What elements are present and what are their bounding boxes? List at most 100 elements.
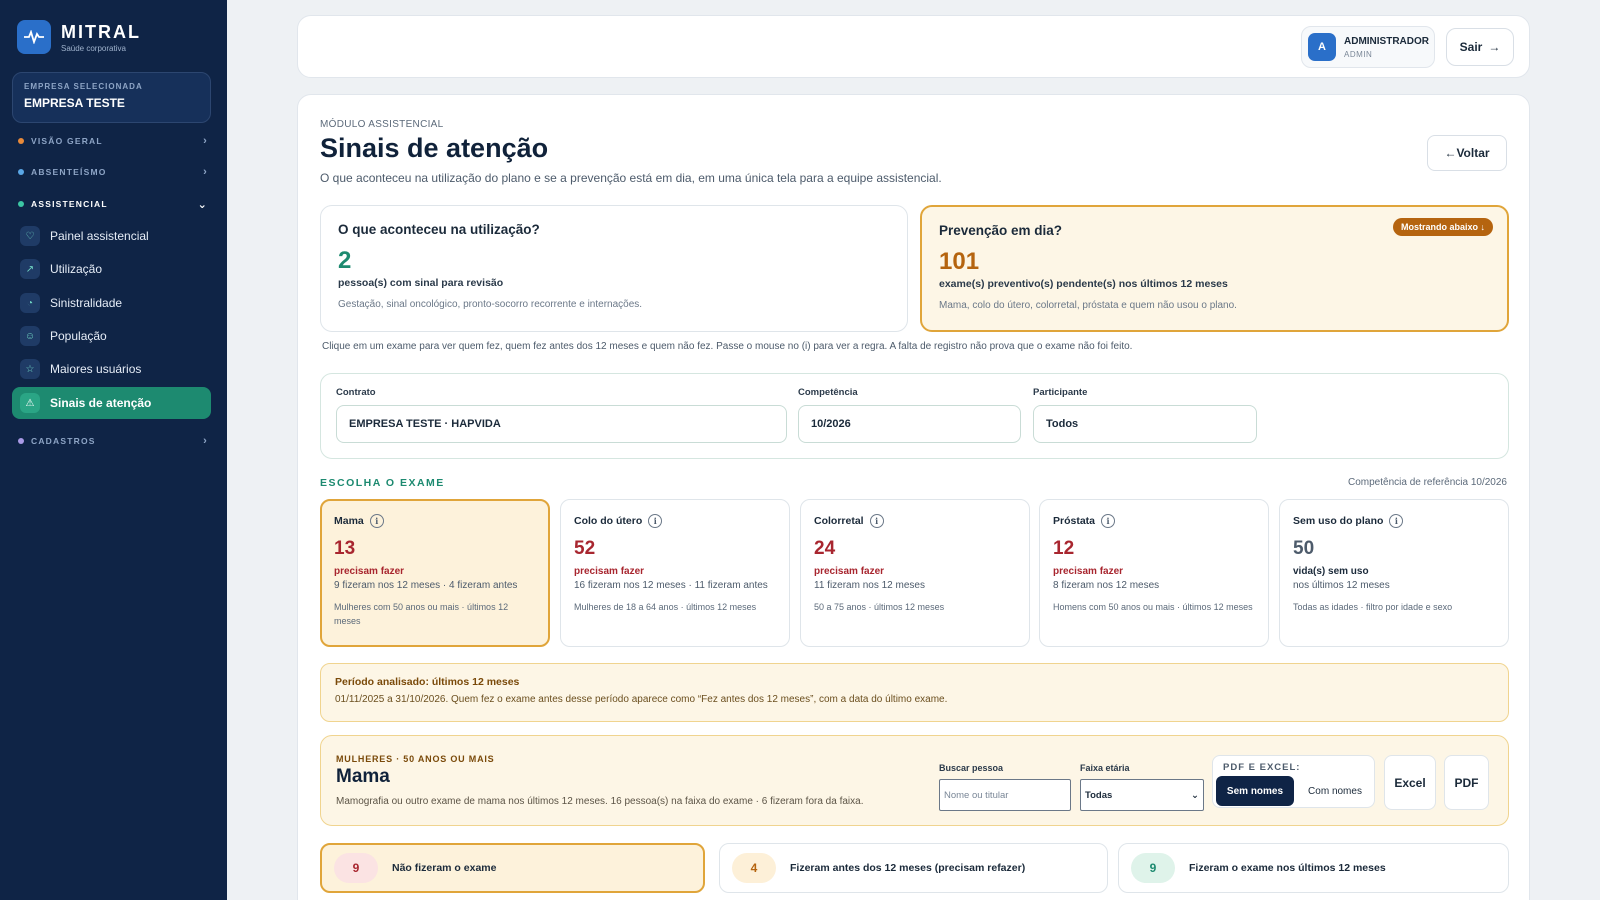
- info-icon[interactable]: i: [648, 514, 663, 528]
- info-icon[interactable]: i: [1389, 514, 1404, 528]
- info-icon[interactable]: i: [1101, 514, 1116, 528]
- sidebar-item-utilizacao[interactable]: ↗ Utilização: [12, 253, 211, 285]
- arrow-right-icon: →: [1488, 40, 1501, 54]
- pdf-button[interactable]: PDF: [1444, 755, 1489, 810]
- with-names-option[interactable]: Com nomes: [1297, 776, 1373, 806]
- nav-section-cadastros[interactable]: CADASTROS ›: [18, 431, 208, 451]
- chevron-right-icon: ›: [203, 135, 208, 147]
- summary-title: O que aconteceu na utilização?: [338, 222, 540, 237]
- sidebar-item-label: Utilização: [50, 262, 103, 276]
- sidebar-item-label: População: [50, 329, 107, 343]
- star-icon: ☆: [20, 359, 40, 379]
- exam-detail-panel: MULHERES · 50 ANOS OU MAIS Mama Mamograf…: [320, 735, 1509, 826]
- detail-description: Mamografia ou outro exame de mama nos úl…: [336, 796, 864, 807]
- contract-label: Contrato: [336, 387, 376, 398]
- people-icon: ☺: [20, 326, 40, 346]
- reference-competence: Competência de referência 10/2026: [1348, 477, 1507, 488]
- nav-section-absenteismo[interactable]: ABSENTEÍSMO ›: [18, 162, 208, 182]
- result-label: Fizeram antes dos 12 meses (precisam ref…: [790, 862, 1026, 874]
- nav-section-label: VISÃO GERAL: [31, 136, 103, 146]
- company-selector[interactable]: EMPRESA SELECIONADA EMPRESA TESTE: [12, 72, 211, 123]
- without-names-option[interactable]: Sem nomes: [1216, 776, 1294, 806]
- heart-shield-icon: ♡: [20, 226, 40, 246]
- warning-icon: ⚠: [20, 393, 40, 413]
- exam-card-mama[interactable]: Mama i 13 precisam fazer 9 fizeram nos 12…: [320, 499, 550, 647]
- sidebar-item-maiores-usuarios[interactable]: ☆ Maiores usuários: [12, 353, 211, 385]
- chevron-down-icon: ⌄: [1191, 789, 1199, 801]
- brand[interactable]: MITRAL Saúde corporativa: [17, 20, 141, 54]
- contract-select[interactable]: EMPRESA TESTE · HAPVIDA: [336, 405, 787, 443]
- pulse-logo-icon: [17, 20, 51, 54]
- exam-card-colorretal[interactable]: Colorretal i 24 precisam fazer 11 fizeram…: [800, 499, 1030, 647]
- exam-count: 52: [574, 538, 596, 559]
- exam-rule-text: Todas as idades · filtro por idade e sex…: [1293, 602, 1453, 612]
- sidebar-item-populacao[interactable]: ☺ População: [12, 320, 211, 352]
- export-mode-toggle: PDF E EXCEL: Sem nomes Com nomes: [1212, 755, 1375, 808]
- exam-card-prostata[interactable]: Próstata i 12 precisam fazer 8 fizeram no…: [1039, 499, 1269, 647]
- sidebar-item-label: Sinistralidade: [50, 296, 123, 310]
- summary-hint: Gestação, sinal oncológico, pronto-socor…: [338, 299, 643, 310]
- avatar: A: [1308, 33, 1336, 61]
- exam-rule-text: Mulheres com 50 anos ou mais · últimos 1…: [334, 602, 509, 626]
- exam-need-label: precisam fazer: [814, 566, 885, 577]
- result-tab-done-recent[interactable]: 9 Fizeram o exame nos últimos 12 meses: [1118, 843, 1509, 893]
- user-role: ADMIN: [1344, 49, 1373, 59]
- main-panel: MÓDULO ASSISTENCIAL Sinais de atenção O …: [297, 94, 1530, 900]
- exam-card-colo-do-utero[interactable]: Colo do útero i 52 precisam fazer 16 fize…: [560, 499, 790, 647]
- section-dot-icon: [18, 138, 24, 144]
- exam-name: Colo do útero: [574, 515, 643, 527]
- user-chip[interactable]: A ADMINISTRADOR ADMIN: [1301, 26, 1435, 68]
- result-count-badge: 9: [334, 853, 378, 883]
- info-icon[interactable]: i: [869, 514, 884, 528]
- section-dot-icon: [18, 201, 24, 207]
- summary-card-prevencao[interactable]: Mostrando abaixo ↓ Prevenção em dia? 101…: [920, 205, 1509, 332]
- age-range-value: Todas: [1085, 789, 1113, 801]
- age-range-select[interactable]: Todas ⌄: [1080, 779, 1204, 811]
- nav-section-label: ABSENTEÍSMO: [31, 167, 107, 177]
- exam-done-text: 11 fizeram nos 12 meses: [814, 580, 925, 591]
- summary-card-utilizacao[interactable]: O que aconteceu na utilização? 2 pessoa(…: [320, 205, 908, 332]
- logout-label: Sair: [1459, 40, 1483, 54]
- result-count-badge: 9: [1131, 853, 1175, 883]
- exam-done-text: 16 fizeram nos 12 meses · 11 fizeram ant…: [574, 580, 768, 591]
- excel-button[interactable]: Excel: [1384, 755, 1436, 810]
- back-label: Voltar: [1456, 146, 1490, 160]
- brand-name: MITRAL: [61, 21, 141, 42]
- summary-label: pessoa(s) com sinal para revisão: [338, 277, 504, 289]
- pie-icon: ◔: [20, 293, 40, 313]
- period-title: Período analisado: últimos 12 meses: [335, 676, 520, 688]
- nav-section-visao-geral[interactable]: VISÃO GERAL ›: [18, 131, 208, 151]
- result-tab-not-done[interactable]: 9 Não fizeram o exame: [320, 843, 705, 893]
- nav-section-assistencial[interactable]: ASSISTENCIAL ⌄: [18, 194, 208, 214]
- competence-select[interactable]: 10/2026: [798, 405, 1021, 443]
- sidebar-item-painel-assistencial[interactable]: ♡ Painel assistencial: [12, 220, 211, 252]
- company-caption: EMPRESA SELECIONADA: [24, 82, 143, 91]
- result-label: Fizeram o exame nos últimos 12 meses: [1189, 862, 1386, 874]
- info-icon[interactable]: i: [369, 514, 384, 528]
- sidebar-item-label: Painel assistencial: [50, 229, 149, 243]
- exam-card-sem-uso-do-plano[interactable]: Sem uso do plano i 50 vida(s) sem uso nos…: [1279, 499, 1509, 647]
- user-name: ADMINISTRADOR: [1344, 35, 1429, 47]
- sidebar-item-sinistralidade[interactable]: ◔ Sinistralidade: [12, 287, 211, 319]
- exam-count: 50: [1293, 538, 1315, 559]
- exam-rule-text: Mulheres de 18 a 64 anos · últimos 12 me…: [574, 602, 757, 612]
- chevron-right-icon: ›: [203, 435, 208, 447]
- exams-section-title: ESCOLHA O EXAME: [320, 477, 445, 489]
- summary-value: 2: [338, 247, 352, 274]
- sidebar-item-sinais-de-atencao[interactable]: ⚠ Sinais de atenção: [12, 387, 211, 419]
- exam-count: 12: [1053, 538, 1075, 559]
- period-notice: Período analisado: últimos 12 meses 01/1…: [320, 663, 1509, 722]
- exam-count: 24: [814, 538, 836, 559]
- exam-rule-text: 50 a 75 anos · últimos 12 meses: [814, 602, 945, 612]
- exam-name: Sem uso do plano: [1293, 515, 1384, 527]
- search-label: Buscar pessoa: [939, 763, 1004, 773]
- search-input[interactable]: Nome ou titular: [939, 779, 1071, 811]
- logout-button[interactable]: Sair →: [1446, 28, 1514, 66]
- result-tab-done-before[interactable]: 4 Fizeram antes dos 12 meses (precisam r…: [719, 843, 1108, 893]
- nav-section-label: ASSISTENCIAL: [31, 199, 108, 209]
- summary-hint: Mama, colo do útero, colorretal, próstat…: [939, 300, 1237, 311]
- back-button[interactable]: ← Voltar: [1427, 135, 1507, 171]
- section-dot-icon: [18, 169, 24, 175]
- trend-icon: ↗: [20, 259, 40, 279]
- participant-select[interactable]: Todos: [1033, 405, 1257, 443]
